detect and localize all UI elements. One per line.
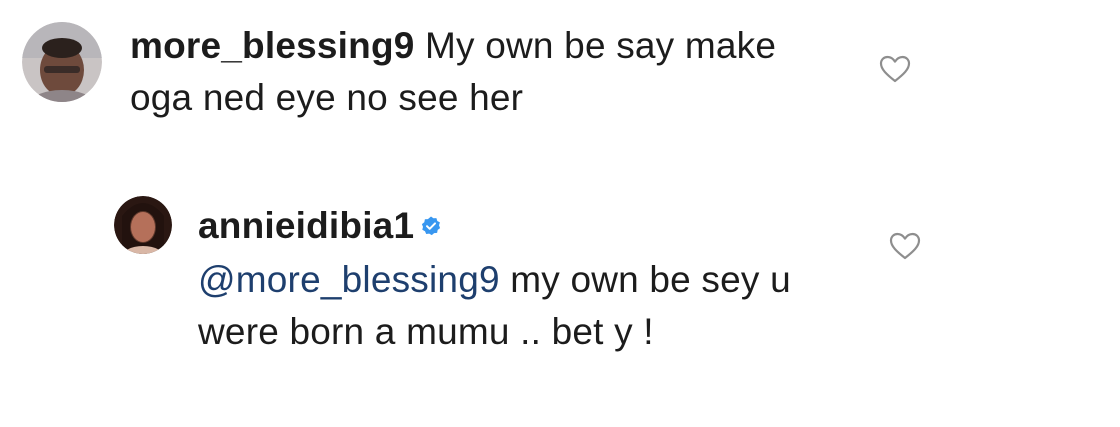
user-avatar-image: [114, 196, 172, 254]
mention-link[interactable]: @more_blessing9: [198, 259, 500, 300]
reply-username[interactable]: annieidibia1: [198, 205, 414, 246]
like-button[interactable]: [888, 231, 922, 266]
avatar[interactable]: [22, 22, 102, 102]
heart-outline-icon: [879, 55, 911, 83]
user-avatar-image: [22, 22, 102, 102]
heart-outline-icon: [889, 232, 921, 260]
comment-body: more_blessing9 My own be say make oga ne…: [130, 20, 830, 124]
reply-body: annieidibia1 @more_blessing9 my own be s…: [198, 200, 838, 358]
verified-badge-icon: [420, 199, 442, 251]
comment-username[interactable]: more_blessing9: [130, 25, 415, 66]
avatar[interactable]: [114, 196, 172, 254]
like-button[interactable]: [878, 54, 912, 89]
